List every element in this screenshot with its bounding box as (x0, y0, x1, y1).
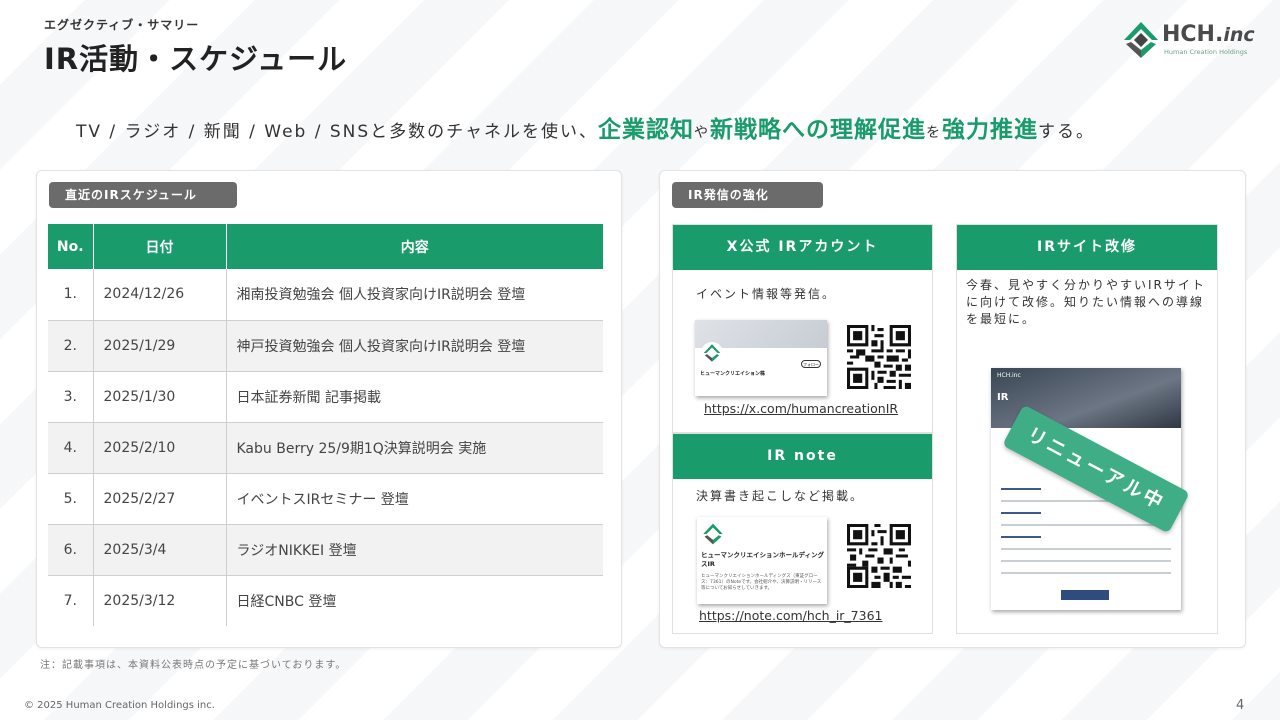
note-card-description: 決算書き起こしなど掲載。 (696, 489, 865, 503)
header-no: No. (48, 224, 94, 269)
x-account-link[interactable]: https://x.com/humancreationIR (704, 401, 898, 416)
table-row: 7. 2025/3/12 日経CNBC 登壇 (48, 575, 603, 626)
note-page-description: ヒューマンクリエイションホールディングス（東証グロース：7361）のNoteです… (701, 574, 822, 591)
x-profile-thumbnail: ヒューマンクリエイション株 フォロー (695, 320, 827, 396)
qr-code-icon (847, 524, 911, 588)
logo-subtitle: Human Creation Holdings (1164, 48, 1248, 56)
table-row: 6. 2025/3/4 ラジオNIKKEI 登壇 (48, 524, 603, 576)
row-content: Kabu Berry 25/9期1Q決算説明会 実施 (226, 422, 603, 474)
row-no: 3. (48, 371, 94, 423)
table-row: 4. 2025/2/10 Kabu Berry 25/9期1Q決算説明会 実施 (48, 422, 603, 474)
note-link[interactable]: https://note.com/hch_ir_7361 (699, 608, 883, 623)
row-date: 2025/2/27 (93, 473, 227, 525)
row-date: 2025/3/12 (93, 575, 227, 626)
row-no: 7. (48, 575, 94, 626)
row-date: 2024/12/26 (93, 269, 227, 321)
row-no: 5. (48, 473, 94, 525)
row-no: 6. (48, 524, 94, 576)
row-content: 日経CNBC 登壇 (236, 593, 337, 610)
row-date: 2025/1/30 (93, 371, 227, 423)
table-header-row: No. 日付 内容 (48, 224, 603, 269)
site-card-description: 今春、見やすく分かりやすいIRサイトに向けて改修。知りたい情報への導線を最短に。 (966, 278, 1206, 326)
x-card-description: イベント情報等発信。 (696, 287, 837, 301)
site-more-button (1061, 590, 1109, 600)
header-date: 日付 (93, 224, 227, 269)
table-row: 2. 2025/1/29 神戸投資勉強会 個人投資家向けIR説明会 登壇 (48, 320, 603, 372)
x-profile-name: ヒューマンクリエイション株 (700, 371, 766, 377)
header-content: 内容 (226, 224, 603, 269)
qr-code-icon (847, 325, 911, 389)
logo-mark-icon (703, 523, 723, 545)
table-row: 1. 2024/12/26 湘南投資勉強会 個人投資家向けIR説明会 登壇 (48, 269, 603, 321)
note-page-name: ヒューマンクリエイションホールディングスIR (701, 551, 825, 568)
logo-text: HCH.inc (1162, 22, 1255, 47)
x-follow-button: フォロー (801, 360, 821, 368)
row-content: ラジオNIKKEI 登壇 (226, 524, 603, 576)
logo-mark-icon (701, 342, 723, 364)
row-content: イベントスIRセミナー 登壇 (226, 473, 603, 525)
page-title: IR活動・スケジュール (44, 42, 348, 76)
footnote: 注：記載事項は、本資料公表時点の予定に基づいております。 (40, 660, 347, 671)
section-label: エグゼクティブ・サマリー (44, 18, 200, 32)
copyright: © 2025 Human Creation Holdings inc. (24, 700, 215, 711)
row-no: 4. (48, 422, 94, 474)
site-card-title: IRサイト改修 (957, 225, 1217, 270)
site-logo: HCH.inc (997, 372, 1021, 379)
table-row: 5. 2025/2/27 イベントスIRセミナー 登壇 (48, 473, 603, 525)
company-logo: HCH.inc Human Creation Holdings (1122, 18, 1262, 64)
table-row: 3. 2025/1/30 日本証券新聞 記事掲載 (48, 371, 603, 423)
row-content: 日本証券新聞 記事掲載 (226, 371, 603, 423)
ir-strength-label: IR発信の強化 (672, 182, 823, 208)
row-content: 神戸投資勉強会 個人投資家向けIR説明会 登壇 (226, 320, 603, 372)
row-no: 2. (48, 320, 94, 372)
schedule-table: No. 日付 内容 1. 2024/12/26 湘南投資勉強会 個人投資家向けI… (48, 224, 603, 626)
note-card-title: IR note (673, 434, 932, 479)
note-page-thumbnail: ヒューマンクリエイションホールディングスIR ヒューマンクリエイションホールディ… (697, 517, 827, 604)
lead-sentence: TV / ラジオ / 新聞 / Web / SNSと多数のチャネルを使い、企業認… (76, 117, 1096, 143)
x-card-title: X公式 IRアカウント (673, 225, 932, 270)
logo-mark-icon (1124, 22, 1158, 58)
site-hero-title: IR (997, 392, 1009, 403)
row-date: 2025/2/10 (93, 422, 227, 474)
row-content: 湘南投資勉強会 個人投資家向けIR説明会 登壇 (226, 269, 603, 321)
row-no: 1. (48, 269, 94, 321)
page-number: 4 (1236, 698, 1245, 713)
row-date: 2025/1/29 (93, 320, 227, 372)
row-date: 2025/3/4 (93, 524, 227, 576)
schedule-label: 直近のIRスケジュール (49, 182, 237, 208)
